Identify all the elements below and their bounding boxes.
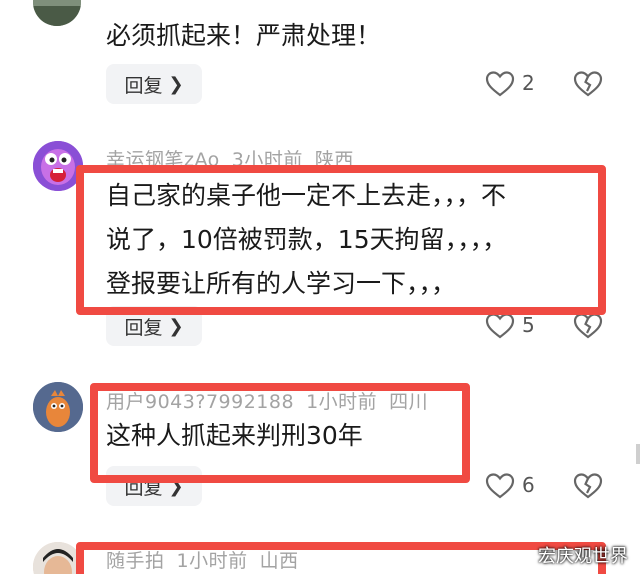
- comment-meta: 随手拍 1小时前 山西: [106, 546, 311, 573]
- like-count: 6: [522, 473, 535, 497]
- comment-text-line: 说了，10倍被罚款，15天拘留，，，，: [106, 225, 508, 254]
- comment-text: 这种人抓起来判刑30年: [106, 421, 363, 450]
- heart-icon[interactable]: [484, 68, 516, 100]
- timestamp: 1小时前: [306, 391, 378, 413]
- avatar[interactable]: [33, 141, 83, 191]
- location: 陕西: [314, 149, 354, 171]
- like-count: 2: [522, 71, 535, 95]
- chevron-right-icon: ❯: [168, 73, 184, 95]
- reply-label: 回复: [124, 316, 163, 339]
- reply-button[interactable]: 回复 ❯: [106, 466, 202, 506]
- reply-button[interactable]: 回复 ❯: [106, 306, 202, 346]
- broken-heart-icon[interactable]: [572, 310, 604, 342]
- comment-screen: 必须抓起来！严肃处理！ 回复 ❯ 2 幸运钢笔zAo 3小时前 陕西 自己家的桌子他…: [0, 0, 640, 574]
- like-count: 5: [522, 313, 535, 337]
- location: 四川: [389, 391, 429, 413]
- comment-text-line: 登报要让所有的人学习一下，，，: [106, 269, 457, 298]
- avatar[interactable]: [33, 542, 83, 574]
- chevron-right-icon: ❯: [168, 315, 184, 337]
- comment-text-line: 自己家的桌子他一定不上去走，，，不: [106, 181, 507, 210]
- username[interactable]: 用户9043?7992188: [106, 391, 294, 413]
- watermark: 宏庆观世界: [538, 546, 628, 567]
- scrollbar[interactable]: [636, 444, 640, 464]
- chevron-right-icon: ❯: [168, 475, 184, 497]
- timestamp: 3小时前: [231, 149, 303, 171]
- username[interactable]: 幸运钢笔zAo: [106, 149, 220, 171]
- broken-heart-icon[interactable]: [572, 470, 604, 502]
- avatar[interactable]: [33, 0, 81, 26]
- heart-icon[interactable]: [484, 310, 516, 342]
- avatar[interactable]: [33, 382, 83, 432]
- reply-label: 回复: [124, 74, 163, 97]
- reply-label: 回复: [124, 476, 163, 499]
- broken-heart-icon[interactable]: [572, 68, 604, 100]
- comment-meta: 幸运钢笔zAo 3小时前 陕西: [106, 145, 366, 172]
- reply-button[interactable]: 回复 ❯: [106, 64, 202, 104]
- timestamp: 1小时前: [176, 550, 248, 572]
- comment-text: 必须抓起来！严肃处理！: [106, 21, 382, 50]
- heart-icon[interactable]: [484, 470, 516, 502]
- username[interactable]: 随手拍: [106, 550, 165, 572]
- comment-text: 自己家的桌子他一定不上去走，，，不 说了，10倍被罚款，15天拘留，，，， 登报…: [106, 174, 507, 306]
- location: 山西: [259, 550, 299, 572]
- comment-meta: 用户9043?7992188 1小时前 四川: [106, 387, 440, 414]
